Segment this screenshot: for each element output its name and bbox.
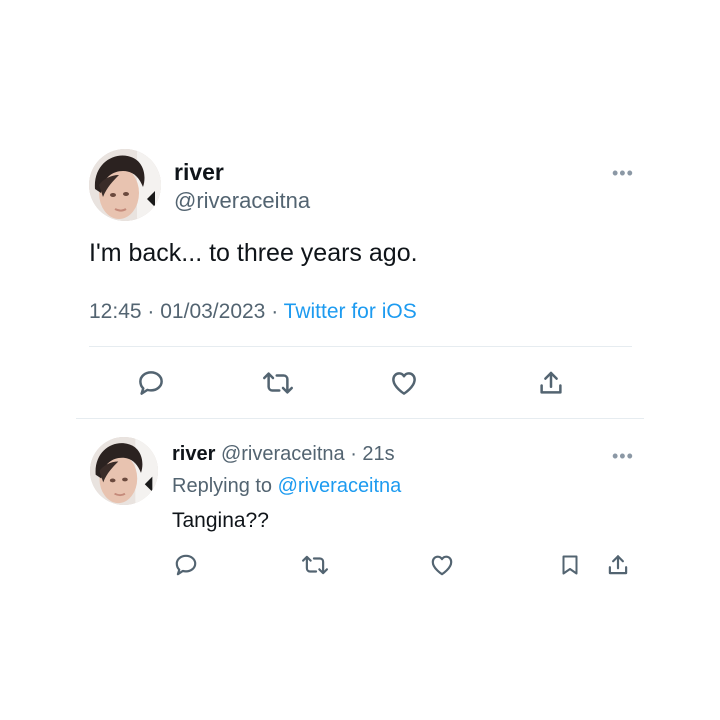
tweet-meta: 12:45 · 01/03/2023 · Twitter for iOS (89, 300, 417, 324)
retweet-button[interactable] (258, 364, 298, 402)
meta-separator: · (271, 300, 279, 323)
display-name[interactable]: river (174, 159, 224, 186)
reply-button[interactable] (132, 364, 170, 402)
more-horizontal-icon: ••• (612, 446, 634, 466)
bookmark-button[interactable] (554, 549, 586, 581)
meta-separator: · (350, 443, 357, 465)
retweet-icon (263, 372, 293, 394)
replying-to-handle[interactable]: @riveraceitna (278, 475, 402, 497)
divider (89, 346, 632, 347)
share-icon (540, 371, 562, 394)
user-handle[interactable]: @riveraceitna (221, 443, 345, 465)
share-button[interactable] (602, 549, 634, 581)
tweet-text: Tangina?? (172, 509, 269, 532)
reply-icon (175, 554, 197, 576)
user-handle[interactable]: @riveraceitna (174, 188, 310, 214)
display-name[interactable]: river (172, 443, 215, 465)
like-button[interactable] (426, 549, 458, 581)
meta-separator: · (147, 300, 155, 323)
share-icon (608, 555, 628, 575)
avatar[interactable] (89, 149, 161, 221)
tweet-date[interactable]: 01/03/2023 (160, 300, 265, 323)
divider (76, 418, 644, 419)
replying-to-label: Replying to (172, 475, 273, 497)
avatar[interactable] (90, 437, 158, 505)
avatar-image (89, 149, 161, 221)
reply-header: river @riveraceitna · 21s (172, 443, 395, 466)
replying-to: Replying to @riveraceitna (172, 475, 401, 498)
reply-icon (139, 371, 163, 395)
share-button[interactable] (532, 364, 570, 402)
like-icon (431, 555, 453, 576)
like-button[interactable] (385, 364, 423, 402)
tweet-age[interactable]: 21s (362, 443, 394, 465)
tweet-text: I'm back... to three years ago. (89, 239, 418, 267)
retweet-button[interactable] (298, 549, 332, 581)
more-options-button[interactable]: ••• (612, 164, 634, 182)
reply-button[interactable] (170, 549, 202, 581)
more-options-button[interactable]: ••• (612, 447, 634, 465)
retweet-icon (302, 555, 328, 575)
tweet-source-link[interactable]: Twitter for iOS (284, 300, 417, 323)
more-horizontal-icon: ••• (612, 163, 634, 183)
like-icon (392, 372, 416, 395)
avatar-image (90, 437, 158, 505)
tweet-time[interactable]: 12:45 (89, 300, 142, 323)
bookmark-icon (562, 555, 578, 575)
